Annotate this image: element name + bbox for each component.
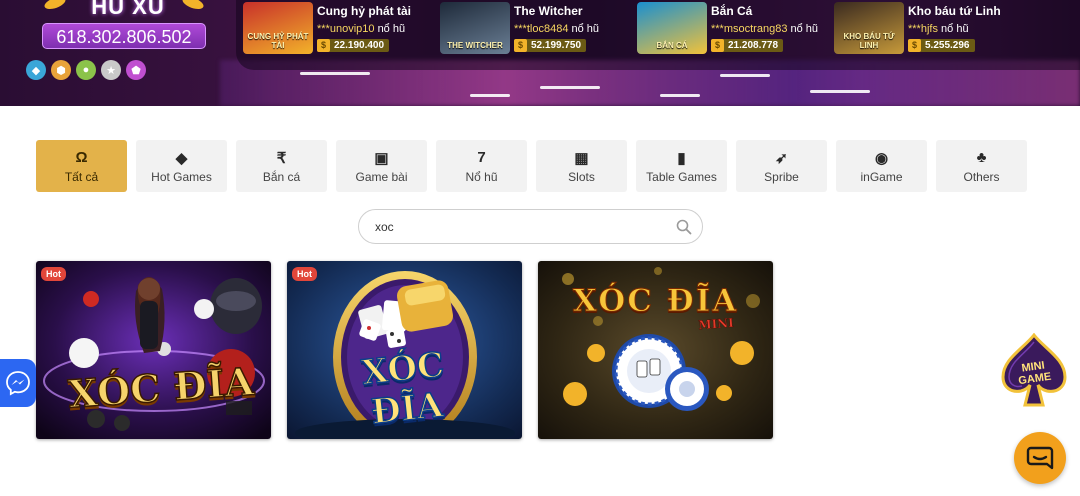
- tab-label: Game bài: [355, 169, 408, 184]
- tab-spribe[interactable]: ➶ Spribe: [736, 140, 827, 192]
- jackpot-title: HŨ XU: [91, 0, 165, 19]
- game-card[interactable]: Hot XÓC ĐĨA: [36, 261, 271, 439]
- coin-icon: $: [514, 39, 527, 52]
- recent-winner[interactable]: BẮN CÁ Bắn Cá ***msoctrang83 nổ hũ $21.2…: [637, 2, 818, 56]
- tab-label: Others: [963, 169, 1000, 184]
- recent-winner[interactable]: THE WITCHER The Witcher ***tloc8484 nổ h…: [440, 2, 599, 56]
- cards-icon: ▣: [374, 149, 389, 167]
- diamond-icon: ◆: [175, 149, 188, 167]
- tab-label: Bắn cá: [262, 169, 301, 184]
- tab-jackpot[interactable]: 7 Nổ hũ: [436, 140, 527, 192]
- winner-prize: $5.255.296: [908, 39, 975, 52]
- coin-icon: $: [908, 39, 921, 52]
- game-card[interactable]: XÓC ĐĨA MINI: [538, 261, 773, 439]
- live-chat-button[interactable]: [1014, 432, 1066, 484]
- rocket-icon: ➶: [775, 149, 788, 167]
- tab-table-games[interactable]: ▮ Table Games: [636, 140, 727, 192]
- winner-username: ***msoctrang83: [711, 23, 788, 35]
- card-table-icon: ▮: [677, 149, 686, 167]
- winner-prize: $52.199.750: [514, 39, 587, 52]
- game-title: XÓC ĐĨA: [572, 283, 739, 320]
- winner-username: ***unovip10: [317, 23, 375, 35]
- tab-label: Table Games: [646, 169, 717, 184]
- winner-game-name: Cung hỷ phát tài: [317, 4, 411, 18]
- prize-amount: 22.190.400: [334, 40, 385, 51]
- game-thumbnail: THE WITCHER: [440, 2, 510, 54]
- winner-suffix: nổ hũ: [377, 23, 406, 35]
- gem-icon: ◆: [26, 60, 46, 80]
- recent-winner[interactable]: CUNG HỶ PHÁT TÀI Cung hỷ phát tài ***uno…: [243, 2, 411, 56]
- tab-slots[interactable]: ▦ Slots: [536, 140, 627, 192]
- game-card[interactable]: Hot XÓC ĐĨA: [287, 261, 522, 439]
- cherries-icon: ♣: [976, 149, 987, 166]
- winner-prize: $22.190.400: [317, 39, 390, 52]
- rupee-icon: ₹: [276, 149, 287, 167]
- tab-ingame[interactable]: ◉ inGame: [836, 140, 927, 192]
- game-thumbnail: KHO BÁU TỨ LINH: [834, 2, 904, 54]
- thumbnail-text: THE WITCHER: [447, 41, 503, 50]
- winner-suffix: nổ hũ: [941, 23, 969, 35]
- light-streak: [720, 74, 770, 77]
- gem-icon: ⬢: [51, 60, 71, 80]
- slot-machine-icon: ▦: [574, 149, 589, 167]
- thumbnail-text: KHO BÁU TỨ LINH: [843, 32, 895, 50]
- tab-card-games[interactable]: ▣ Game bài: [336, 140, 427, 192]
- game-thumbnail: BẮN CÁ: [637, 2, 707, 54]
- tab-fishing[interactable]: ₹ Bắn cá: [236, 140, 327, 192]
- hot-badge: Hot: [292, 267, 317, 281]
- hot-badge: Hot: [41, 267, 66, 281]
- game-search: [358, 209, 703, 244]
- jackpot-gems: ◆ ⬢ ● ★ ⬟: [26, 60, 146, 80]
- light-streak: [810, 90, 870, 93]
- winner-suffix: nổ hũ: [571, 23, 600, 35]
- game-title: XÓC ĐĨA: [359, 344, 447, 433]
- gem-icon: ●: [76, 60, 96, 80]
- light-streak: [470, 94, 510, 97]
- chip-icon: ◉: [874, 149, 889, 167]
- winner-game-name: Bắn Cá: [711, 4, 753, 18]
- coin-icon: $: [711, 39, 724, 52]
- prize-amount: 21.208.778: [728, 40, 779, 51]
- category-tabs: Ω Tất cả ◆ Hot Games ₹ Bắn cá ▣ Game bài…: [36, 140, 1027, 192]
- tab-label: Slots: [568, 169, 595, 184]
- tab-label: Tất cả: [64, 169, 99, 184]
- winner-game-name: The Witcher: [514, 4, 583, 18]
- tab-others[interactable]: ♣ Others: [936, 140, 1027, 192]
- tab-label: Nổ hũ: [465, 169, 498, 184]
- game-thumbnail: CUNG HỶ PHÁT TÀI: [243, 2, 313, 54]
- winner-username: ***tloc8484: [514, 23, 569, 35]
- wing-left-icon: [42, 0, 68, 12]
- gem-icon: ⬟: [126, 60, 146, 80]
- winner-prize: $21.208.778: [711, 39, 784, 52]
- search-icon[interactable]: [676, 219, 692, 235]
- thumbnail-text: BẮN CÁ: [656, 41, 688, 50]
- winner-game-name: Kho báu tứ Linh: [908, 4, 1001, 18]
- light-streak: [540, 86, 600, 89]
- tab-label: Spribe: [764, 169, 799, 184]
- prize-amount: 5.255.296: [925, 40, 970, 51]
- search-input[interactable]: [375, 218, 655, 236]
- prize-amount: 52.199.750: [531, 40, 582, 51]
- minigame-button[interactable]: MINI GAME: [997, 332, 1071, 409]
- chat-icon: [1026, 446, 1054, 470]
- coin-icon: $: [317, 39, 330, 52]
- omega-icon: Ω: [75, 149, 88, 166]
- seven-icon: 7: [477, 149, 486, 166]
- tab-hot-games[interactable]: ◆ Hot Games: [136, 140, 227, 192]
- messenger-icon: [6, 371, 30, 396]
- tab-all[interactable]: Ω Tất cả: [36, 140, 127, 192]
- light-streak: [660, 94, 700, 97]
- gem-icon: ★: [101, 60, 121, 80]
- winner-username: ***hjfs: [908, 23, 938, 35]
- jackpot-amount: 618.302.806.502: [42, 23, 206, 49]
- light-streak: [300, 72, 370, 75]
- tab-label: inGame: [860, 169, 903, 184]
- winner-suffix: nổ hũ: [790, 23, 819, 35]
- recent-winner[interactable]: KHO BÁU TỨ LINH Kho báu tứ Linh ***hjfs …: [834, 2, 1001, 56]
- messenger-button[interactable]: [0, 359, 36, 407]
- jackpot-banner: HŨ XU 618.302.806.502 ◆ ⬢ ● ★ ⬟ CUNG HỶ …: [0, 0, 1080, 106]
- thumbnail-text: CUNG HỶ PHÁT TÀI: [247, 32, 309, 50]
- tab-label: Hot Games: [151, 169, 212, 184]
